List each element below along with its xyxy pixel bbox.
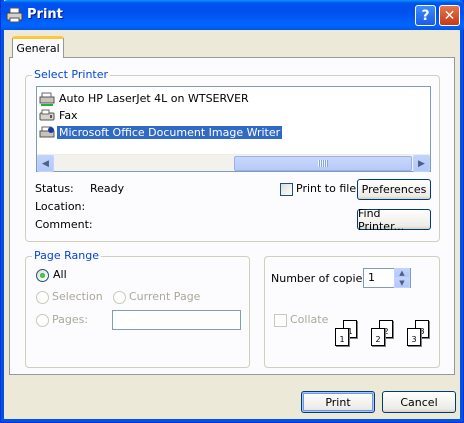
copies-value: 1 — [368, 271, 375, 284]
scroll-left-arrow-icon[interactable]: ◀ — [37, 155, 54, 172]
pages-radio[interactable] — [36, 314, 49, 327]
printer-name: Microsoft Office Document Image Writer — [55, 125, 284, 140]
default-printer-icon — [39, 126, 55, 137]
fax-icon — [39, 109, 55, 120]
spin-down-arrow-icon[interactable]: ▼ — [394, 278, 410, 288]
number-of-copies-label: Number of copies: — [271, 272, 372, 285]
printer-icon — [6, 7, 23, 23]
selection-label[interactable]: Selection — [52, 290, 103, 303]
collate-page-front: 3 — [407, 328, 421, 346]
radio-selected-dot-icon — [40, 273, 45, 278]
spin-up-arrow-icon[interactable]: ▲ — [394, 268, 410, 278]
printer-item-microsoft-office-document-image-writer[interactable]: Microsoft Office Document Image Writer — [37, 124, 430, 141]
collate-page-front: 1 — [335, 328, 349, 346]
print-to-file-label[interactable]: Print to file — [296, 182, 356, 195]
printer-item-auto-hp-laserjet[interactable]: Auto HP LaserJet 4L on WTSERVER — [37, 90, 430, 107]
printer-name: Fax — [59, 109, 78, 122]
selection-radio[interactable] — [36, 291, 49, 304]
printer-list[interactable]: Auto HP LaserJet 4L on WTSERVER Fax Micr… — [36, 86, 431, 172]
printer-name: Auto HP LaserJet 4L on WTSERVER — [59, 92, 249, 105]
collate-checkbox[interactable] — [274, 314, 287, 327]
pages-label[interactable]: Pages: — [52, 313, 88, 326]
status-value: Ready — [90, 182, 125, 195]
page-range-legend: Page Range — [32, 249, 101, 262]
printer-list-horizontal-scrollbar[interactable]: ◀ ▶ — [37, 154, 430, 172]
copies-spinner[interactable]: ▲ ▼ — [394, 268, 410, 288]
cancel-button[interactable]: Cancel — [382, 391, 456, 413]
status-label: Status: — [35, 182, 74, 195]
location-label: Location: — [35, 200, 86, 213]
tab-general[interactable]: General — [12, 36, 64, 58]
window-title: Print — [27, 7, 63, 22]
title-bar[interactable]: Print ? ✕ — [1, 0, 464, 30]
print-button[interactable]: Print — [301, 391, 375, 413]
comment-label: Comment: — [35, 218, 93, 231]
network-printer-icon — [39, 92, 55, 106]
close-button[interactable]: ✕ — [439, 5, 460, 26]
print-to-file-checkbox[interactable] — [280, 183, 293, 196]
collate-illustration: 1 1 2 2 3 3 — [331, 318, 437, 352]
current-page-radio[interactable] — [113, 291, 126, 304]
current-page-label[interactable]: Current Page — [129, 290, 200, 303]
grip-icon — [318, 160, 328, 167]
all-pages-radio[interactable] — [36, 269, 49, 282]
printer-item-fax[interactable]: Fax — [37, 107, 430, 124]
select-printer-legend: Select Printer — [32, 68, 111, 81]
scrollbar-thumb[interactable] — [234, 156, 412, 171]
help-button[interactable]: ? — [415, 5, 436, 26]
pages-input[interactable] — [112, 310, 241, 330]
all-pages-label[interactable]: All — [53, 268, 67, 281]
collate-label[interactable]: Collate — [290, 313, 328, 326]
preferences-button[interactable]: Preferences — [357, 179, 431, 200]
print-dialog: Print ? ✕ General Select Printer Auto HP… — [0, 0, 464, 423]
collate-page-front: 2 — [371, 328, 385, 346]
scroll-right-arrow-icon[interactable]: ▶ — [413, 155, 430, 172]
find-printer-button[interactable]: Find Printer... — [357, 207, 431, 233]
